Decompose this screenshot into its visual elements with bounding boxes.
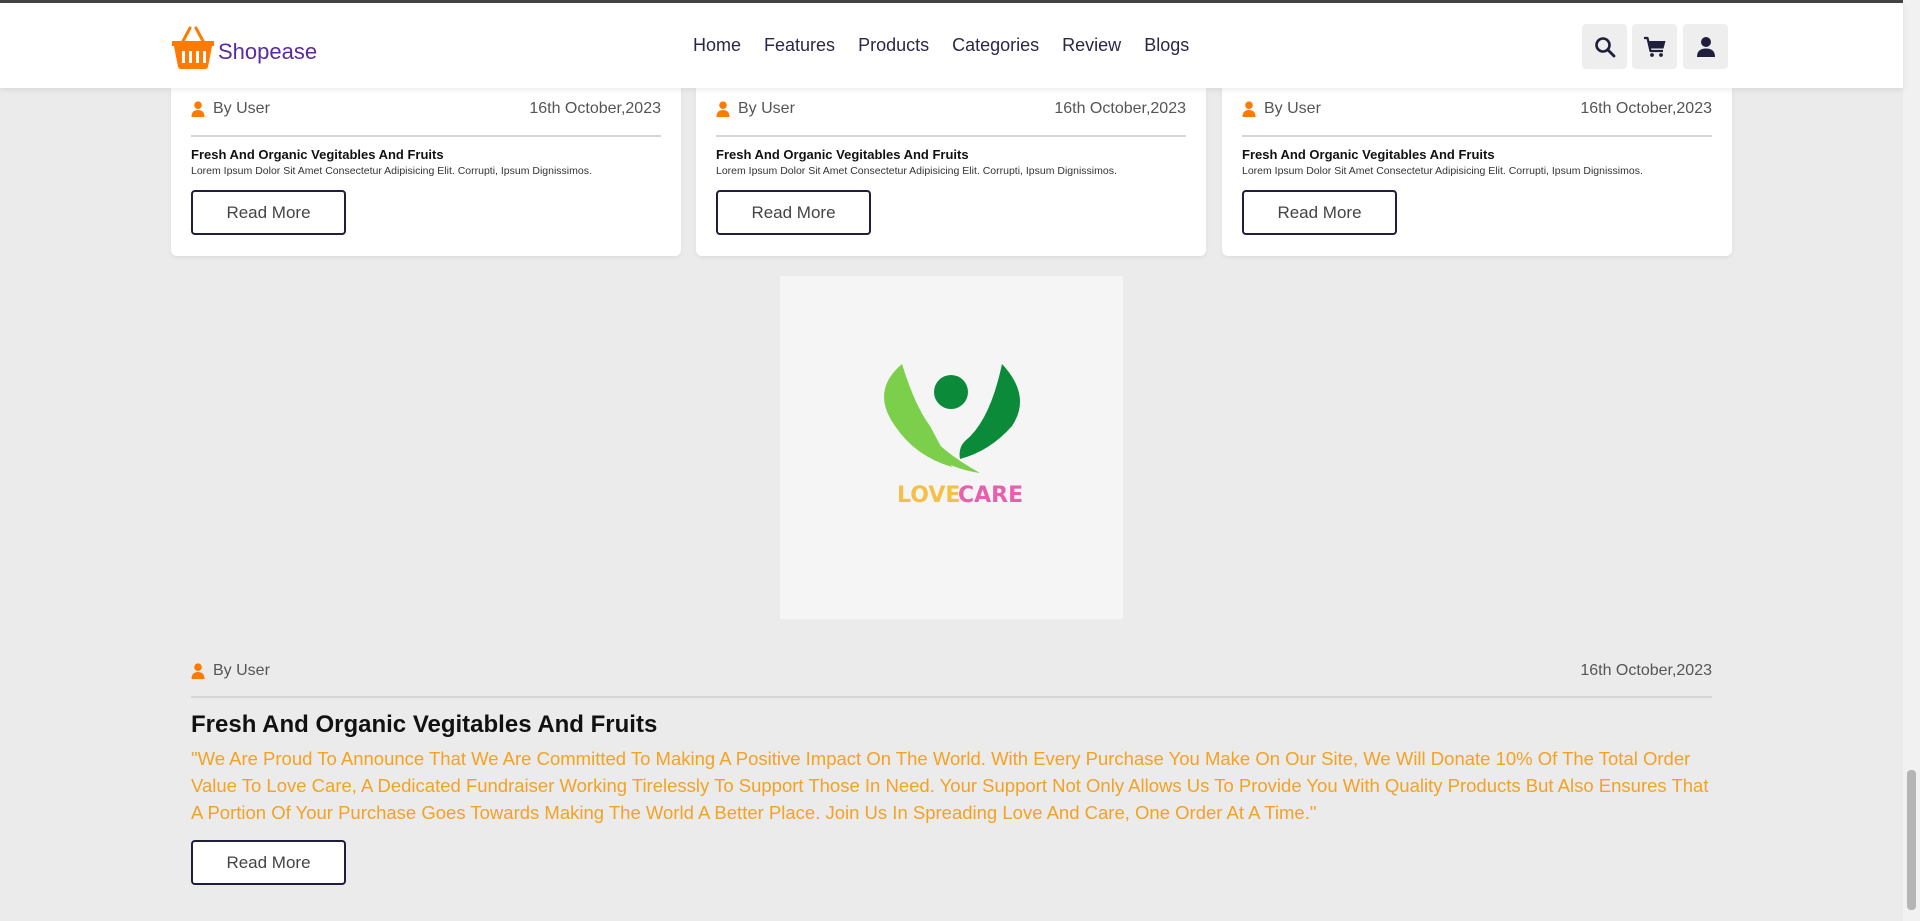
read-more-button[interactable]: Read More <box>716 190 871 235</box>
brand-name: Shopease <box>218 39 318 64</box>
nav-home[interactable]: Home <box>693 35 741 56</box>
blog-card: By User 16th October,2023 Fresh And Orga… <box>171 88 681 256</box>
cart-icon <box>1643 36 1665 57</box>
divider <box>1242 135 1712 137</box>
blog-card: By User 16th October,2023 Fresh And Orga… <box>696 88 1206 256</box>
nav-review[interactable]: Review <box>1062 35 1121 56</box>
read-more-button[interactable]: Read More <box>1242 190 1397 235</box>
basket-icon <box>172 26 214 69</box>
post-author: By User <box>191 662 270 680</box>
featured-post-image: LOVE CARE <box>780 276 1123 619</box>
nav-blogs[interactable]: Blogs <box>1144 35 1189 56</box>
post-date: 16th October,2023 <box>529 100 661 117</box>
read-more-button[interactable]: Read More <box>191 190 346 235</box>
author-label: By User <box>1264 100 1321 117</box>
nav-features[interactable]: Features <box>764 35 835 56</box>
divider <box>191 696 1712 698</box>
logo-text-love: LOVE <box>897 483 960 508</box>
post-meta: By User 16th October,2023 <box>716 98 1186 120</box>
nav-products[interactable]: Products <box>858 35 929 56</box>
user-icon <box>1696 36 1715 57</box>
post-author: By User <box>1242 100 1321 118</box>
post-date: 16th October,2023 <box>1580 662 1712 679</box>
post-title: Fresh And Organic Vegitables And Fruits <box>1242 147 1495 162</box>
post-meta: By User 16th October,2023 <box>191 660 1712 682</box>
featured-post-title: Fresh And Organic Vegitables And Fruits <box>191 711 658 738</box>
post-author: By User <box>716 100 795 118</box>
nav-categories[interactable]: Categories <box>952 35 1039 56</box>
post-excerpt: Lorem Ipsum Dolor Sit Amet Consectetur A… <box>191 165 592 177</box>
search-button[interactable] <box>1582 24 1627 69</box>
post-date: 16th October,2023 <box>1580 100 1712 117</box>
blog-card: By User 16th October,2023 Fresh And Orga… <box>1222 88 1732 256</box>
site-header: Shopease Home Features Products Categori… <box>0 3 1903 88</box>
page-scrollbar[interactable] <box>1903 0 1920 921</box>
post-title: Fresh And Organic Vegitables And Fruits <box>716 147 969 162</box>
post-author: By User <box>191 100 270 118</box>
divider <box>716 135 1186 137</box>
cart-button[interactable] <box>1632 24 1677 69</box>
search-icon <box>1594 36 1615 57</box>
author-label: By User <box>738 100 795 117</box>
scrollbar-thumb[interactable] <box>1907 770 1916 910</box>
user-icon <box>191 101 205 117</box>
user-icon <box>191 663 205 679</box>
user-icon <box>1242 101 1256 117</box>
account-button[interactable] <box>1683 24 1728 69</box>
post-title: Fresh And Organic Vegitables And Fruits <box>191 147 444 162</box>
divider <box>191 135 661 137</box>
featured-post-description: "We Are Proud To Announce That We Are Co… <box>191 748 1709 823</box>
brand-logo[interactable]: Shopease <box>170 21 317 71</box>
author-label: By User <box>213 662 270 679</box>
read-more-button[interactable]: Read More <box>191 840 346 885</box>
love-care-logo: LOVE CARE <box>884 364 1023 508</box>
post-excerpt: Lorem Ipsum Dolor Sit Amet Consectetur A… <box>1242 165 1643 177</box>
post-meta: By User 16th October,2023 <box>1242 98 1712 120</box>
main-nav: Home Features Products Categories Review… <box>693 35 1212 56</box>
user-icon <box>716 101 730 117</box>
logo-text-care: CARE <box>958 483 1023 508</box>
post-date: 16th October,2023 <box>1054 100 1186 117</box>
post-excerpt: Lorem Ipsum Dolor Sit Amet Consectetur A… <box>716 165 1117 177</box>
author-label: By User <box>213 100 270 117</box>
post-meta: By User 16th October,2023 <box>191 98 661 120</box>
